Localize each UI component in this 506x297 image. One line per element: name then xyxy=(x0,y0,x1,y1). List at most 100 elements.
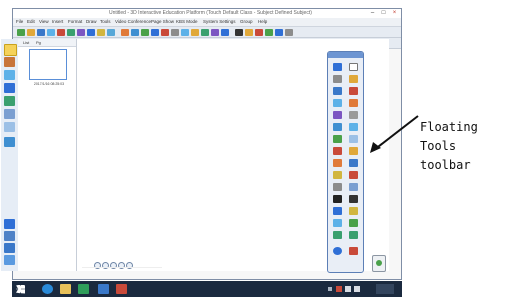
share-tool-icon[interactable] xyxy=(349,231,358,239)
share-icon[interactable] xyxy=(4,243,15,253)
cloud-tool-icon[interactable] xyxy=(333,219,342,227)
spotlight-tool-icon[interactable] xyxy=(349,195,358,203)
zoom-in-icon[interactable] xyxy=(121,28,129,36)
ruler-tool-icon[interactable] xyxy=(349,183,358,191)
minimize-button[interactable]: – xyxy=(368,10,377,17)
clock-tool-icon[interactable] xyxy=(349,207,358,215)
gallery-icon[interactable] xyxy=(191,28,199,36)
text-tool-icon[interactable] xyxy=(349,159,358,167)
camera-icon[interactable] xyxy=(181,28,189,36)
select-arrow-icon[interactable] xyxy=(333,63,342,71)
timer-icon[interactable] xyxy=(4,109,15,119)
whiteboard-app-icon[interactable] xyxy=(98,284,109,294)
template-icon[interactable] xyxy=(4,122,15,132)
shapes-icon[interactable] xyxy=(201,28,209,36)
print-icon[interactable] xyxy=(47,28,55,36)
menu-kbs-mode[interactable]: KBS Mode xyxy=(176,18,198,26)
fill-tool-icon[interactable] xyxy=(333,171,342,179)
circle-tool-icon[interactable] xyxy=(333,147,342,155)
menu-group[interactable]: Group xyxy=(240,18,253,26)
tray-arrow-icon[interactable] xyxy=(328,287,332,291)
marker-icon[interactable] xyxy=(349,75,358,83)
zoom-out-icon[interactable] xyxy=(131,28,139,36)
menu-insert[interactable]: Insert xyxy=(52,18,63,26)
resource-icon[interactable] xyxy=(4,70,15,80)
menu-file[interactable]: File xyxy=(16,18,23,26)
start-icon[interactable] xyxy=(16,284,25,294)
redo-icon[interactable] xyxy=(67,28,75,36)
tray-app-icon[interactable] xyxy=(336,286,342,292)
pencil-icon[interactable] xyxy=(333,87,342,95)
calculator-icon[interactable] xyxy=(265,28,273,36)
exit-tool-icon[interactable] xyxy=(349,247,358,255)
page-thumbnail[interactable] xyxy=(29,49,67,80)
save-tool-icon[interactable] xyxy=(333,231,342,239)
record-icon[interactable] xyxy=(161,28,169,36)
close-button[interactable]: × xyxy=(390,10,399,17)
page-prev-icon[interactable] xyxy=(141,28,149,36)
menu-tools[interactable]: Tools xyxy=(100,18,111,26)
new-icon[interactable] xyxy=(17,28,25,36)
volume-icon[interactable] xyxy=(354,286,360,292)
home-tool-icon[interactable] xyxy=(333,247,342,255)
keyboard-icon[interactable] xyxy=(275,28,283,36)
clock-tray[interactable] xyxy=(376,284,394,294)
trash-icon[interactable] xyxy=(372,255,386,272)
camera-tool-icon[interactable] xyxy=(333,195,342,203)
copy-icon[interactable] xyxy=(87,28,95,36)
floating-tools-toolbar[interactable] xyxy=(327,51,364,273)
magic-pen-icon[interactable] xyxy=(349,123,358,131)
tab-list[interactable]: List xyxy=(23,39,29,46)
floating-toolbar-header[interactable] xyxy=(328,52,363,58)
menu-video-conference[interactable]: Video Conference xyxy=(115,18,151,26)
cut-icon[interactable] xyxy=(77,28,85,36)
menu-page-show[interactable]: Page Show xyxy=(151,18,174,26)
screen-icon[interactable] xyxy=(171,28,179,36)
pen-icon[interactable] xyxy=(333,75,342,83)
taskbar-app-icon[interactable] xyxy=(116,284,127,294)
eraser-tool-icon[interactable] xyxy=(349,111,358,119)
chart-icon[interactable] xyxy=(221,28,229,36)
network-tray-icon[interactable] xyxy=(345,286,351,292)
rectangle-tool-icon[interactable] xyxy=(333,135,342,143)
menu-format[interactable]: Format xyxy=(68,18,82,26)
menu-system-settings[interactable]: System Settings xyxy=(203,18,236,26)
menu-help[interactable]: Help xyxy=(258,18,267,26)
menu-view[interactable]: View xyxy=(39,18,49,26)
table-icon[interactable] xyxy=(211,28,219,36)
image-insert-icon[interactable] xyxy=(333,159,342,167)
scan-icon[interactable] xyxy=(4,219,15,229)
undo-icon[interactable] xyxy=(57,28,65,36)
hand-tool-icon[interactable] xyxy=(349,63,358,71)
straight-line-icon[interactable] xyxy=(333,123,342,131)
cube-tool-icon[interactable] xyxy=(349,147,358,155)
clock-icon[interactable] xyxy=(255,28,263,36)
delete-icon[interactable] xyxy=(107,28,115,36)
browser-icon[interactable] xyxy=(42,284,53,294)
compass-tool-icon[interactable] xyxy=(333,183,342,191)
menu-edit[interactable]: Edit xyxy=(27,18,35,26)
brush-tool-icon[interactable] xyxy=(333,111,342,119)
app-icon[interactable] xyxy=(78,284,89,294)
maximize-button[interactable]: □ xyxy=(379,10,388,17)
properties-icon[interactable] xyxy=(4,83,15,93)
triangle-tool-icon[interactable] xyxy=(349,135,358,143)
gallery-panel-icon[interactable] xyxy=(4,137,15,147)
spotlight-icon[interactable] xyxy=(245,28,253,36)
file-explorer-icon[interactable] xyxy=(60,284,71,294)
open-icon[interactable] xyxy=(27,28,35,36)
page-next-icon[interactable] xyxy=(151,28,159,36)
keyboard-tool-icon[interactable] xyxy=(349,219,358,227)
highlighter-tool-icon[interactable] xyxy=(349,87,358,95)
black-screen-icon[interactable] xyxy=(235,28,243,36)
menu-draw[interactable]: Draw xyxy=(86,18,97,26)
screen-tool-icon[interactable] xyxy=(333,207,342,215)
paste-icon[interactable] xyxy=(97,28,105,36)
save-icon[interactable] xyxy=(37,28,45,36)
subject-tools-icon[interactable] xyxy=(4,96,15,106)
network-icon[interactable] xyxy=(4,231,15,241)
line-tool-icon[interactable] xyxy=(333,99,342,107)
settings-icon[interactable] xyxy=(285,28,293,36)
page-icon[interactable] xyxy=(4,44,17,56)
crayon-icon[interactable] xyxy=(349,99,358,107)
